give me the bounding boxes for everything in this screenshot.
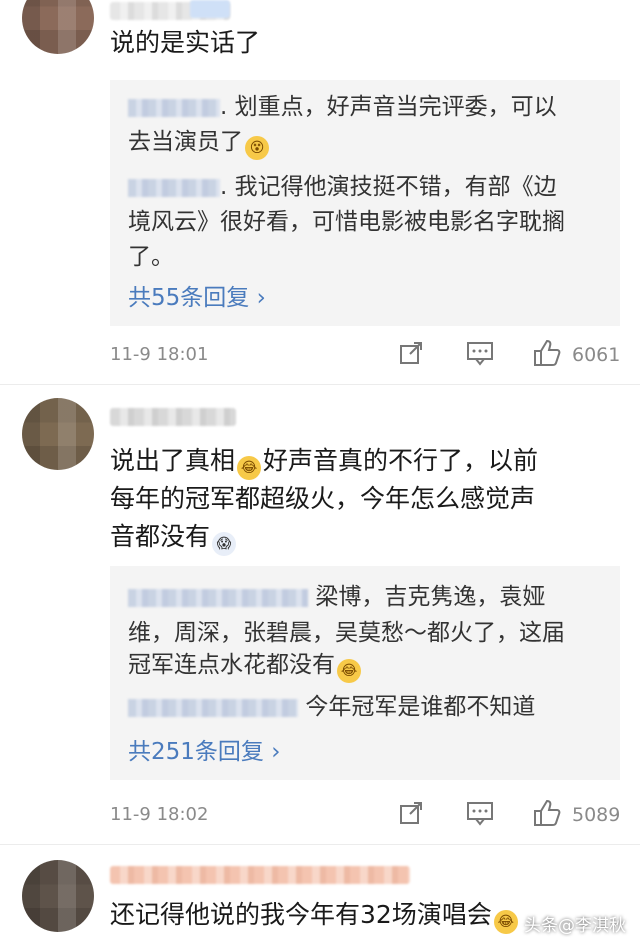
reply-item[interactable]: 梁博，吉克隽逸，袁娅 bbox=[128, 580, 618, 615]
comment-timestamp: 11-9 18:02 bbox=[110, 804, 209, 825]
emoji-icon: 😱 bbox=[212, 532, 237, 556]
reply-username[interactable] bbox=[128, 98, 220, 117]
username[interactable] bbox=[110, 408, 236, 426]
comment-text: 说出了真相 😂 好声音真的不行了，以前 bbox=[110, 442, 620, 480]
username[interactable] bbox=[110, 866, 410, 884]
reply-text: 梁博，吉克隽逸，袁娅 bbox=[315, 584, 546, 610]
comment-icon[interactable] bbox=[466, 340, 494, 370]
comment-timestamp: 11-9 18:01 bbox=[110, 344, 209, 365]
reply-item[interactable]: 今年冠军是谁都不知道 bbox=[128, 690, 618, 725]
comment-text-cont: 每年的冠军都超级火，今年怎么感觉声 bbox=[110, 484, 536, 513]
emoji-icon: 😂 bbox=[237, 456, 262, 480]
reply-text: . 我记得他演技挺不错，有部《边 bbox=[220, 174, 557, 200]
emoji-icon: 😂 bbox=[337, 659, 361, 683]
comment-text-cont: 音都没有 😱 bbox=[110, 518, 238, 556]
share-icon[interactable] bbox=[398, 800, 424, 830]
reply-username[interactable] bbox=[128, 178, 220, 197]
share-icon[interactable] bbox=[398, 340, 424, 370]
reply-text: 去当演员了 bbox=[128, 129, 243, 155]
reply-text: 今年冠军是谁都不知道 bbox=[305, 694, 536, 720]
more-replies-link[interactable]: 共251条回复 › bbox=[128, 732, 280, 766]
like-icon[interactable] bbox=[532, 798, 562, 832]
reply-item-cont: 去当演员了 😵 bbox=[128, 125, 618, 160]
reply-item[interactable]: . 划重点，好声音当完评委，可以 bbox=[128, 90, 618, 125]
avatar[interactable] bbox=[22, 860, 94, 932]
emoji-icon: 😵 bbox=[245, 136, 269, 160]
comment-text: 说的是实话了 bbox=[110, 28, 261, 57]
comment-icon[interactable] bbox=[466, 800, 494, 830]
avatar[interactable] bbox=[22, 0, 94, 54]
divider bbox=[0, 384, 640, 385]
like-count: 6061 bbox=[572, 344, 621, 366]
like-count: 5089 bbox=[572, 804, 621, 826]
reply-username[interactable] bbox=[128, 698, 298, 717]
reply-item-cont: 冠军连点水花都没有 😂 bbox=[128, 648, 618, 683]
divider bbox=[0, 844, 640, 845]
emoji-icon: 😂 bbox=[493, 910, 518, 934]
avatar[interactable] bbox=[22, 398, 94, 470]
reply-box[interactable]: . 划重点，好声音当完评委，可以 去当演员了 😵 . 我记得他演技挺不错，有部《边… bbox=[110, 80, 620, 326]
reply-item-cont: 了。 bbox=[128, 244, 174, 270]
reply-item-cont: 维，周深，张碧晨，吴莫愁～都火了，这届 bbox=[128, 620, 565, 646]
reply-username[interactable] bbox=[128, 588, 308, 607]
reply-box[interactable]: 梁博，吉克隽逸，袁娅 维，周深，张碧晨，吴莫愁～都火了，这届 冠军连点水花都没有… bbox=[110, 566, 620, 780]
watermark-text: 头条@李淇秋 bbox=[524, 916, 626, 936]
user-badge bbox=[190, 0, 230, 18]
reply-item[interactable]: . 我记得他演技挺不错，有部《边 bbox=[128, 170, 618, 205]
like-icon[interactable] bbox=[532, 338, 562, 372]
more-replies-link[interactable]: 共55条回复 › bbox=[128, 278, 266, 312]
reply-item-cont: 境风云》很好看，可惜电影被电影名字耽搁 bbox=[128, 209, 565, 235]
reply-text: . 划重点，好声音当完评委，可以 bbox=[220, 94, 557, 120]
